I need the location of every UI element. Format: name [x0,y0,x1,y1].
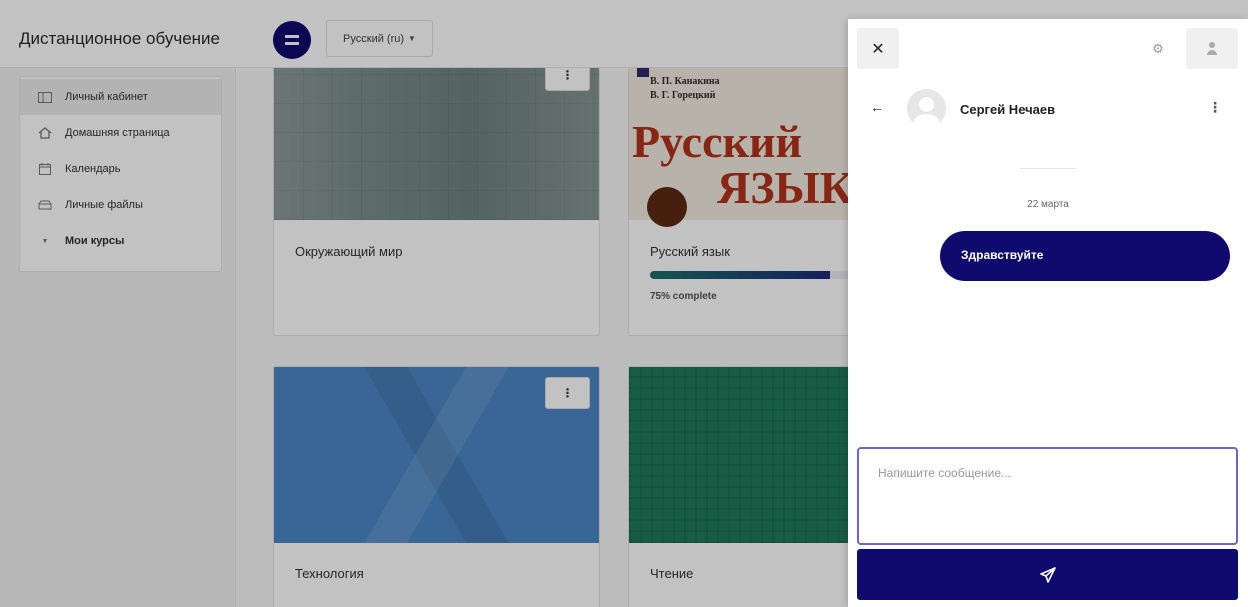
message-date: 22 марта [1027,199,1069,210]
message-drawer: ✕ ⚙ ← Сергей Нечаев ⋮ 22 марта Здравству… [848,19,1248,607]
send-icon [1039,566,1056,583]
avatar[interactable] [907,89,946,128]
arrow-left-icon: ← [870,99,884,115]
conversation-menu-button[interactable]: ⋮ [1208,99,1222,116]
contact-name[interactable]: Сергей Нечаев [960,102,1055,117]
send-button[interactable] [857,549,1238,600]
message-bubble: Здравствуйте [940,231,1230,281]
contacts-button[interactable] [1186,28,1238,69]
message-input[interactable] [857,447,1238,545]
gear-icon: ⚙ [1152,41,1164,56]
close-button[interactable]: ✕ [857,28,899,69]
close-icon: ✕ [871,40,885,58]
back-button[interactable]: ← [870,99,884,115]
settings-button[interactable]: ⚙ [1148,39,1168,59]
divider [1020,168,1076,169]
kebab-icon: ⋮ [1208,99,1222,115]
